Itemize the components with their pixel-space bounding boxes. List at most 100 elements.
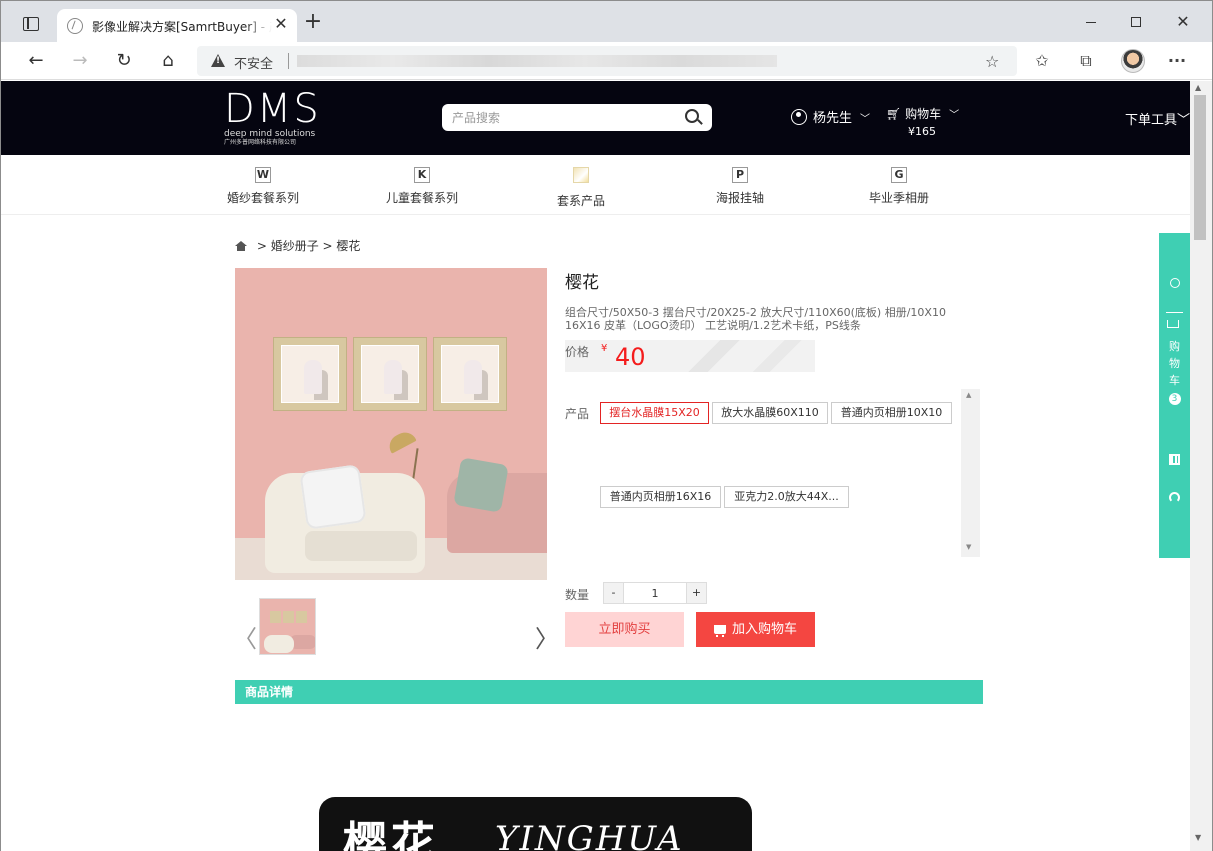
- browser-window: 影像业解决方案[SamrtBuyer] - 产品详情 ✕ + ✕ ← → ↻ ⌂…: [0, 0, 1213, 851]
- quantity-stepper: - +: [603, 582, 707, 604]
- option-button[interactable]: 摆台水晶膜15X20: [600, 402, 709, 424]
- favorites-icon[interactable]: ✩: [1031, 50, 1053, 72]
- category-label: 毕业季相册: [868, 191, 929, 205]
- product-detail-banner: 樱花 YINGHUA: [319, 797, 752, 851]
- scroll-down-icon[interactable]: ▼: [1195, 833, 1201, 842]
- tab-actions-icon[interactable]: [23, 17, 39, 31]
- header-cart[interactable]: 🛒︎ 购物车 ﹀ ¥165: [886, 105, 959, 138]
- scroll-down-icon[interactable]: ▼: [966, 543, 971, 551]
- thumb-next-icon[interactable]: 〉: [535, 619, 559, 654]
- option-button[interactable]: 普通内页相册16X16: [600, 486, 721, 508]
- minimize-button[interactable]: [1076, 9, 1106, 35]
- logo-tagline: deep mind solutions: [224, 129, 316, 139]
- scroll-up-icon[interactable]: ▲: [1195, 83, 1201, 92]
- chevron-down-icon: ﹀: [1177, 113, 1191, 128]
- chevron-down-icon: ﹀: [949, 110, 960, 121]
- category-wedding[interactable]: W 婚纱套餐系列: [208, 167, 318, 206]
- product-thumbnail[interactable]: [259, 598, 316, 655]
- search-input[interactable]: [452, 109, 677, 126]
- option-button[interactable]: 放大水晶膜60X110: [712, 402, 828, 424]
- category-label: 婚纱套餐系列: [226, 191, 299, 205]
- user-name: 杨先生: [813, 111, 853, 126]
- search-icon[interactable]: [685, 109, 699, 123]
- options-scrollbar[interactable]: ▲ ▼: [961, 389, 980, 557]
- quantity-label: 数量: [565, 588, 590, 602]
- home-button[interactable]: ⌂: [155, 48, 181, 74]
- banner-title-en: YINGHUA: [495, 819, 684, 851]
- search-box: [442, 104, 712, 131]
- category-label: 海报挂轴: [715, 191, 764, 205]
- product-info: 樱花 组合尺寸/50X50-3 摆台尺寸/20X25-2 放大尺寸/110X60…: [565, 268, 985, 647]
- headphones-icon[interactable]: [1167, 492, 1182, 506]
- category-badge-icon: W: [255, 167, 271, 183]
- more-menu-icon[interactable]: ···: [1166, 50, 1188, 72]
- category-label: 儿童套餐系列: [385, 191, 458, 205]
- site-logo[interactable]: DMS deep mind solutions 广州多普网络科技有限公司: [224, 89, 324, 151]
- browser-tab[interactable]: 影像业解决方案[SamrtBuyer] - 产品详情 ✕: [57, 9, 297, 42]
- add-favorite-icon[interactable]: ☆: [985, 52, 999, 71]
- breadcrumb-level1[interactable]: > 婚纱册子: [257, 239, 319, 253]
- address-bar[interactable]: 不安全 ☆: [197, 46, 1017, 76]
- maximize-button[interactable]: [1121, 9, 1151, 35]
- order-tool-label: 下单工具: [1125, 113, 1178, 128]
- forward-button[interactable]: →: [67, 48, 93, 74]
- breadcrumb-level2[interactable]: > 樱花: [323, 239, 361, 253]
- product-title: 樱花: [565, 273, 599, 293]
- side-cart-icon[interactable]: [1167, 320, 1179, 328]
- close-window-button[interactable]: ✕: [1168, 9, 1198, 35]
- cart-icon: [713, 625, 726, 637]
- page-scrollbar[interactable]: ▲ ▼: [1190, 81, 1212, 851]
- price-value: 40: [615, 343, 646, 371]
- category-badge-icon: K: [414, 167, 430, 183]
- home-icon[interactable]: [235, 241, 247, 251]
- option-button[interactable]: 普通内页相册10X10: [831, 402, 952, 424]
- order-tool-menu[interactable]: 下单工具﹀: [1125, 109, 1190, 128]
- category-package[interactable]: 套系产品: [526, 167, 636, 209]
- buy-now-button[interactable]: 立即购买: [565, 612, 684, 647]
- back-button[interactable]: ←: [23, 48, 49, 74]
- side-cart-count: 3: [1168, 393, 1181, 405]
- quantity-increase-button[interactable]: +: [686, 583, 706, 603]
- quantity-input[interactable]: [625, 583, 685, 603]
- maximize-icon: [1131, 17, 1141, 27]
- category-poster[interactable]: P 海报挂轴: [685, 167, 795, 206]
- thumb-prev-icon[interactable]: 〈: [233, 619, 257, 654]
- page-viewport: DMS deep mind solutions 广州多普网络科技有限公司 杨先生…: [1, 81, 1198, 851]
- product-main-image[interactable]: [235, 268, 547, 580]
- product-options: 产品 摆台水晶膜15X20 放大水晶膜60X110 普通内页相册10X10 普通…: [565, 389, 981, 559]
- security-label[interactable]: 不安全: [234, 53, 273, 72]
- collections-icon[interactable]: ⧉: [1075, 50, 1097, 72]
- qrcode-icon[interactable]: [1167, 454, 1182, 468]
- reload-button[interactable]: ↻: [111, 48, 137, 74]
- category-nav: W 婚纱套餐系列 K 儿童套餐系列 套系产品 P 海报挂轴 G 毕业季相册: [1, 155, 1198, 215]
- category-image-icon: [573, 167, 589, 183]
- user-menu[interactable]: 杨先生 ﹀: [791, 107, 870, 126]
- category-graduation[interactable]: G 毕业季相册: [844, 167, 954, 206]
- category-label: 套系产品: [556, 194, 605, 208]
- scroll-up-icon[interactable]: ▲: [966, 391, 971, 399]
- scrollbar-thumb[interactable]: [1194, 95, 1206, 240]
- side-user-icon[interactable]: [1167, 277, 1182, 291]
- tab-close-icon[interactable]: ✕: [271, 14, 291, 34]
- category-badge-icon: P: [732, 167, 748, 183]
- cart-label: 购物车: [905, 107, 942, 121]
- banner-title-cn: 樱花: [343, 818, 439, 851]
- option-button[interactable]: 亚克力2.0放大44X...: [724, 486, 849, 508]
- price-label: 价格: [565, 345, 590, 359]
- quantity-decrease-button[interactable]: -: [604, 583, 624, 603]
- site-header: DMS deep mind solutions 广州多普网络科技有限公司 杨先生…: [1, 81, 1198, 155]
- address-divider: [288, 53, 289, 69]
- side-cart-button[interactable]: 购物车 3: [1167, 338, 1182, 406]
- breadcrumb: > 婚纱册子 > 樱花: [235, 237, 360, 254]
- options-label: 产品: [565, 407, 590, 421]
- new-tab-button[interactable]: +: [301, 11, 325, 35]
- chevron-down-icon: ﹀: [860, 114, 871, 125]
- profile-avatar[interactable]: [1121, 49, 1145, 73]
- side-floating-panel: 购物车 3: [1159, 233, 1190, 558]
- add-to-cart-button[interactable]: 加入购物车: [696, 612, 815, 647]
- price-currency: ¥: [601, 343, 608, 354]
- browser-toolbar: ← → ↻ ⌂ 不安全 ☆ ✩ ⧉ ···: [1, 42, 1212, 80]
- logo-text: DMS: [224, 86, 321, 132]
- side-cart-label: 购物车: [1169, 340, 1180, 387]
- category-children[interactable]: K 儿童套餐系列: [367, 167, 477, 206]
